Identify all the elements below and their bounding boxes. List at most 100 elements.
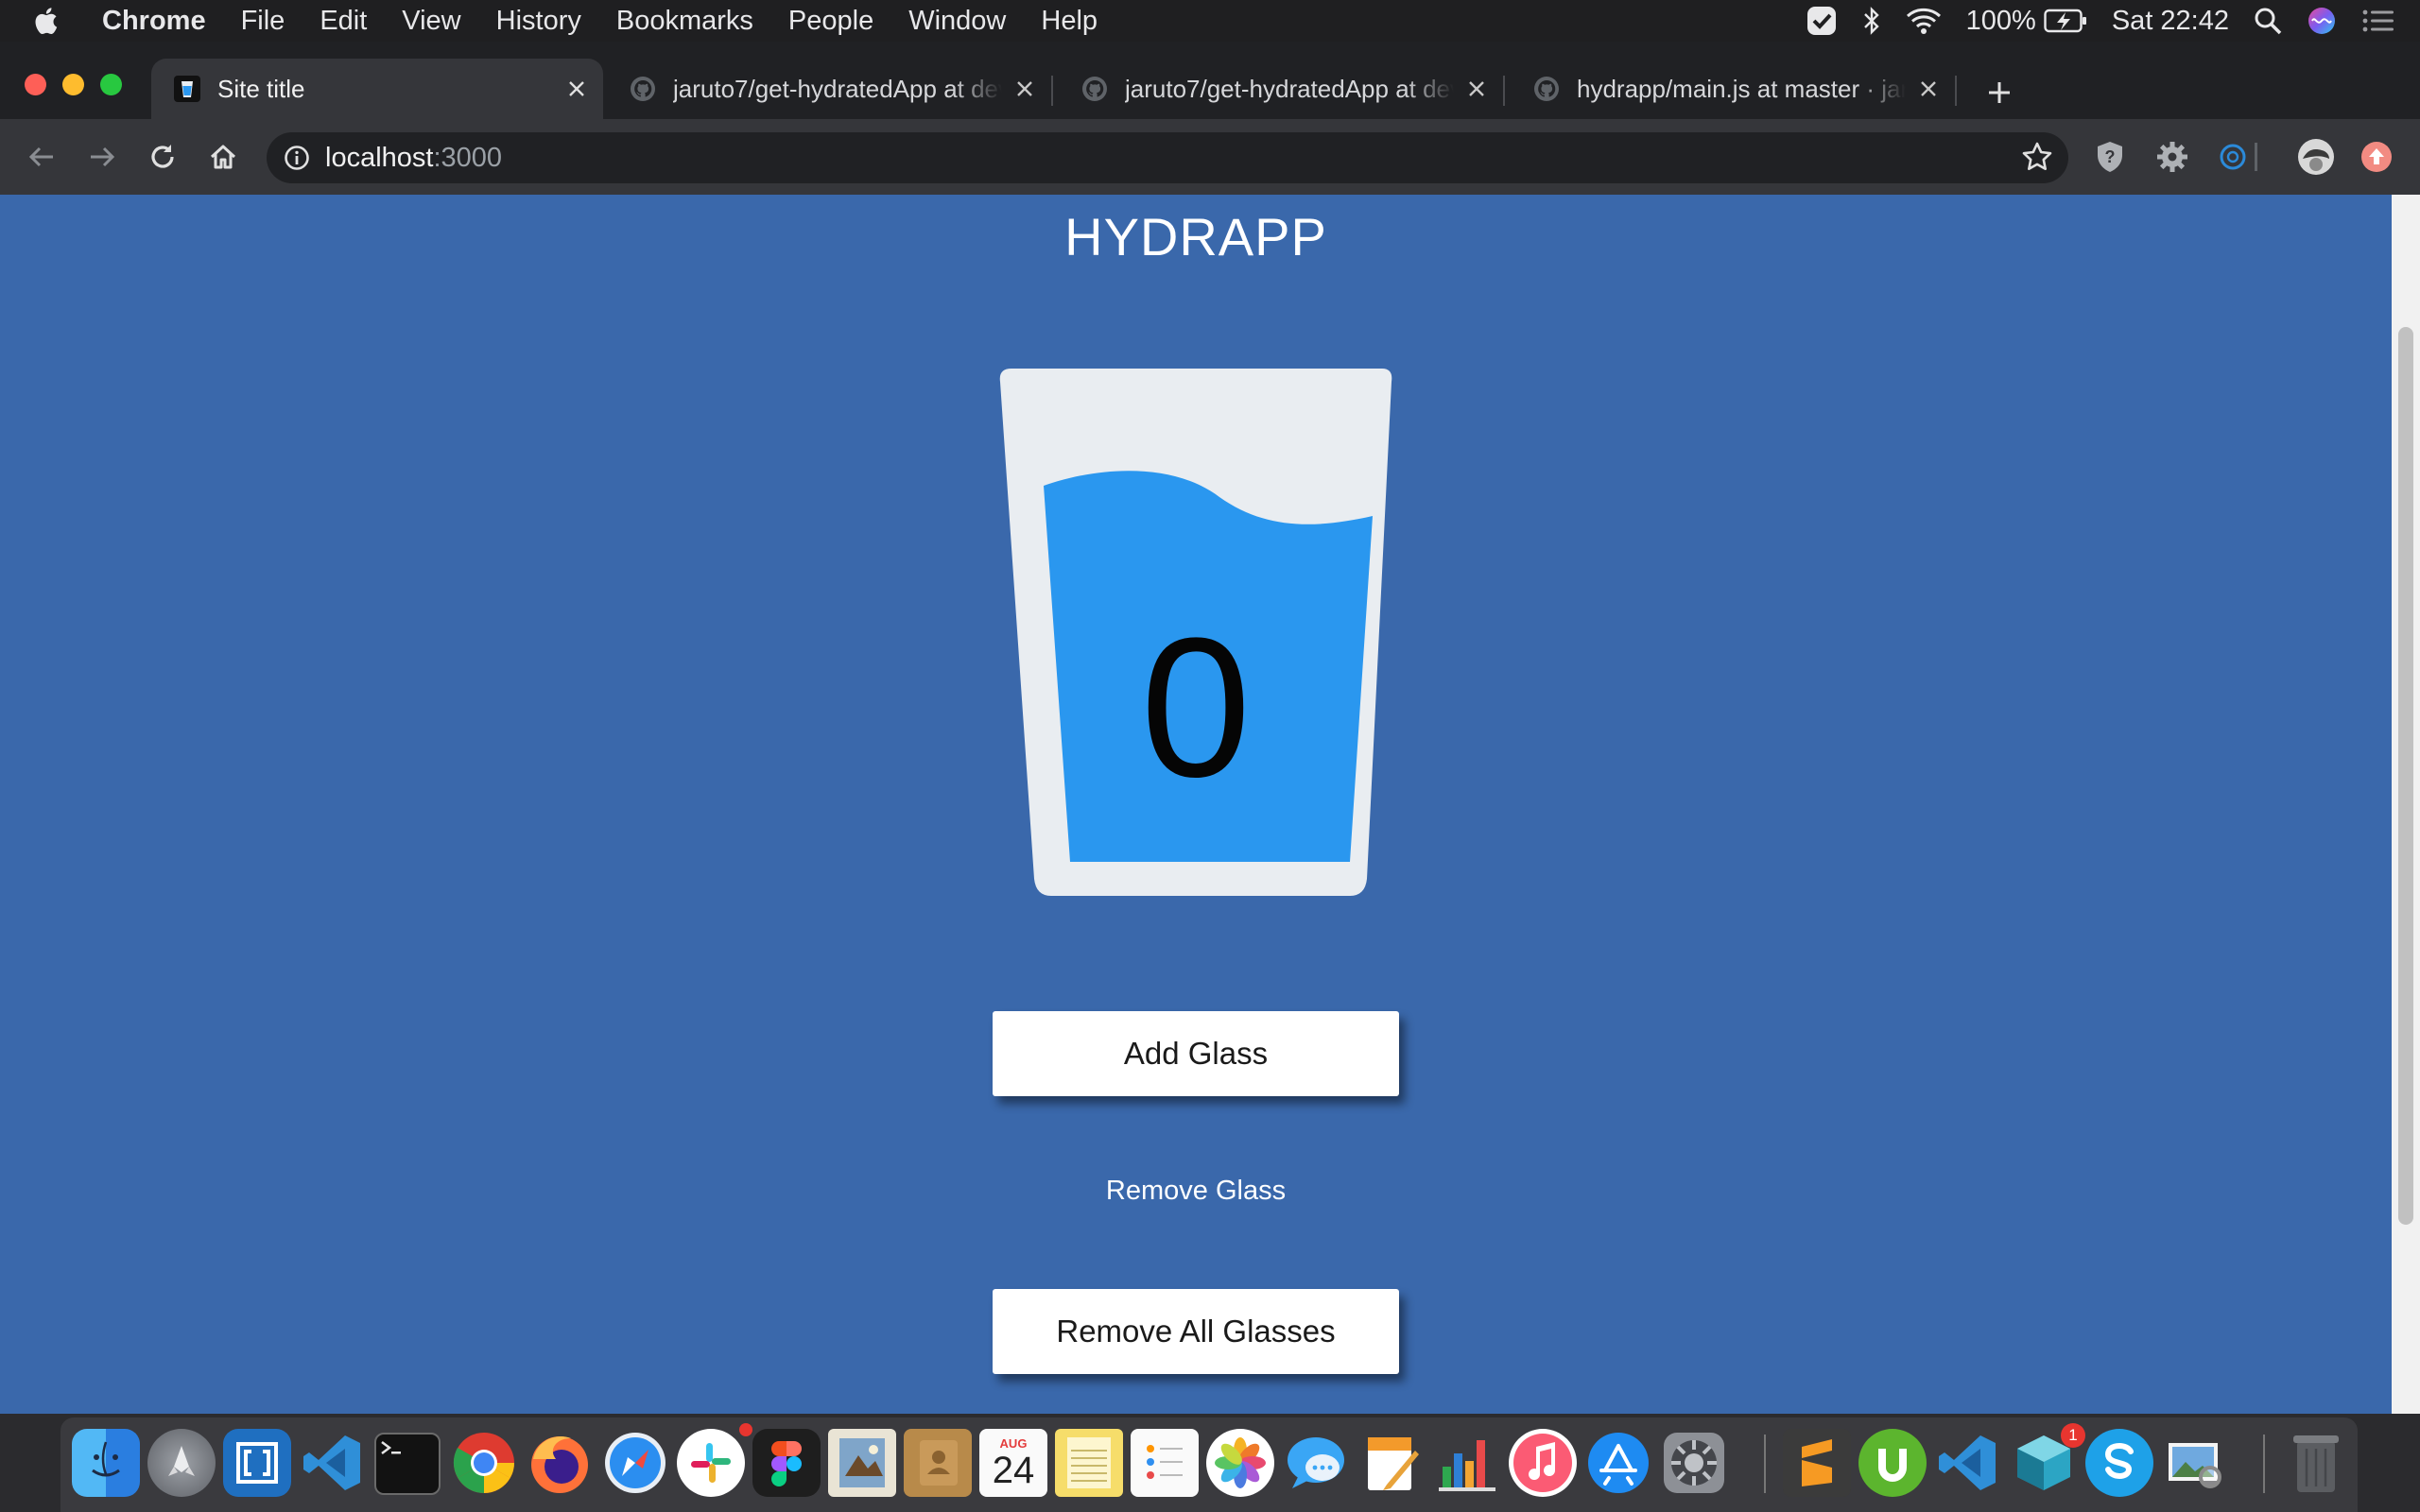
launchpad-icon[interactable] — [147, 1429, 216, 1497]
cube-app-icon[interactable]: 1 — [2010, 1423, 2085, 1497]
home-icon[interactable] — [204, 138, 242, 176]
reminders-icon[interactable] — [1131, 1429, 1199, 1497]
preview-icon[interactable] — [2161, 1429, 2229, 1497]
tab-close-icon[interactable] — [563, 76, 590, 102]
photos-icon[interactable] — [1206, 1429, 1274, 1497]
figma-icon[interactable] — [752, 1429, 821, 1497]
tab-title: hydrapp/main.js at master · jaruto7 — [1577, 74, 1906, 103]
page-scrollbar[interactable] — [2392, 195, 2420, 1414]
menu-people[interactable]: People — [788, 6, 873, 37]
dock-separator — [1764, 1435, 1766, 1493]
vscode-insiders-icon[interactable] — [1934, 1429, 2002, 1497]
menu-help[interactable]: Help — [1041, 6, 1098, 37]
remove-glass-button[interactable]: Remove Glass — [993, 1176, 1399, 1207]
safari-icon[interactable] — [601, 1429, 669, 1497]
remove-all-glasses-button[interactable]: Remove All Glasses — [993, 1289, 1399, 1374]
menu-edit[interactable]: Edit — [320, 6, 367, 37]
tab-github-3[interactable]: hydrapp/main.js at master · jaruto7 — [1511, 59, 1955, 119]
pages-icon[interactable] — [1357, 1429, 1426, 1497]
github-icon — [630, 76, 656, 102]
apple-icon[interactable] — [34, 6, 74, 36]
profile-avatar[interactable] — [2295, 136, 2337, 178]
forward-arrow-icon[interactable] — [83, 138, 121, 176]
page-title: HYDRAPP — [1064, 207, 1327, 266]
tab-github-1[interactable]: jaruto7/get-hydratedApp at dev — [607, 59, 1051, 119]
contacts-book-icon[interactable] — [904, 1429, 972, 1497]
browser-toolbar: localhost:3000 ? — [0, 119, 2420, 195]
macos-menu-bar: Chrome File Edit View History Bookmarks … — [0, 0, 2420, 42]
menu-app-name[interactable]: Chrome — [102, 6, 206, 37]
menu-file[interactable]: File — [241, 6, 285, 37]
calendar-month: AUG — [999, 1436, 1028, 1451]
toolbar-separator — [2254, 136, 2257, 178]
tab-close-icon[interactable] — [1463, 76, 1490, 102]
tab-site-title[interactable]: Site title — [151, 59, 603, 119]
window-close-button[interactable] — [25, 74, 46, 95]
menu-view[interactable]: View — [402, 6, 460, 37]
tab-close-icon[interactable] — [1011, 76, 1038, 102]
vscode-icon[interactable] — [299, 1429, 367, 1497]
new-tab-plus-icon[interactable] — [1980, 74, 2018, 112]
back-arrow-icon[interactable] — [23, 138, 60, 176]
gear-extension-icon[interactable] — [2152, 136, 2193, 178]
macos-dock: AUG 24 1 — [60, 1418, 2358, 1512]
site-info-icon[interactable] — [284, 145, 310, 171]
notification-center-icon[interactable] — [2361, 8, 2395, 34]
siri-icon[interactable] — [2307, 6, 2337, 36]
scrollbar-thumb[interactable] — [2398, 327, 2413, 1225]
calendar-icon[interactable]: AUG 24 — [979, 1429, 1047, 1497]
bookmark-star-icon[interactable] — [2021, 141, 2053, 180]
numbers-icon[interactable] — [1433, 1429, 1501, 1497]
tab-close-icon[interactable] — [1915, 76, 1942, 102]
checkmark-status-icon[interactable] — [1806, 5, 1838, 37]
battery-charging-icon[interactable] — [2044, 9, 2087, 33]
notes-icon[interactable] — [1055, 1429, 1123, 1497]
notification-badge: 1 — [2061, 1423, 2085, 1448]
chrome-icon[interactable] — [450, 1429, 518, 1497]
add-glass-button[interactable]: Add Glass — [993, 1011, 1399, 1096]
tab-separator — [1503, 76, 1505, 106]
svg-text:?: ? — [2105, 147, 2116, 166]
bluetooth-icon[interactable] — [1862, 6, 1881, 36]
tab-github-2[interactable]: jaruto7/get-hydratedApp at dev — [1059, 59, 1503, 119]
github-icon — [1081, 76, 1108, 102]
bracket-app-icon[interactable] — [223, 1429, 291, 1497]
skype-icon[interactable] — [2085, 1429, 2153, 1497]
browser-tab-strip: Site title jaruto7/get-hydratedApp at de… — [0, 42, 2420, 119]
tab-title: jaruto7/get-hydratedApp at dev — [1125, 74, 1454, 103]
terminal-icon[interactable] — [374, 1433, 441, 1495]
mail-stamp-icon[interactable] — [828, 1429, 896, 1497]
water-glass: 0 — [993, 361, 1399, 900]
finder-icon[interactable] — [72, 1429, 140, 1497]
firefox-icon[interactable] — [526, 1429, 594, 1497]
battery-percent: 100% — [1965, 5, 2036, 36]
tab-title: jaruto7/get-hydratedApp at dev — [673, 74, 1002, 103]
menu-history[interactable]: History — [496, 6, 581, 37]
window-zoom-button[interactable] — [100, 74, 122, 95]
address-bar[interactable]: localhost:3000 — [267, 132, 2068, 183]
shield-extension-icon[interactable]: ? — [2089, 136, 2131, 178]
glass-favicon-icon — [174, 76, 200, 102]
app-store-icon[interactable] — [1584, 1429, 1652, 1497]
utorrent-icon[interactable] — [1858, 1429, 1927, 1497]
system-preferences-icon[interactable] — [1660, 1429, 1728, 1497]
menu-bookmarks[interactable]: Bookmarks — [616, 6, 753, 37]
music-icon[interactable] — [1509, 1429, 1577, 1497]
reload-icon[interactable] — [144, 138, 182, 176]
wifi-icon[interactable] — [1906, 7, 1942, 35]
sublime-text-icon[interactable] — [1783, 1429, 1851, 1497]
menu-window[interactable]: Window — [908, 6, 1006, 37]
tab-title: Site title — [217, 74, 305, 103]
update-arrow-icon[interactable] — [2356, 136, 2397, 178]
messages-icon[interactable] — [1282, 1429, 1350, 1497]
github-icon — [1533, 76, 1560, 102]
calendar-day: 24 — [992, 1450, 1035, 1491]
slack-icon[interactable] — [677, 1423, 752, 1497]
magnifier-extension-icon[interactable] — [2212, 136, 2254, 178]
page-content: HYDRAPP 0 Add Glass Remove Glass Remove … — [0, 195, 2392, 1414]
dock-separator — [2263, 1435, 2265, 1493]
clock[interactable]: Sat 22:42 — [2112, 6, 2229, 37]
window-minimize-button[interactable] — [62, 74, 84, 95]
trash-icon[interactable] — [2282, 1429, 2350, 1497]
spotlight-search-icon[interactable] — [2254, 7, 2282, 35]
